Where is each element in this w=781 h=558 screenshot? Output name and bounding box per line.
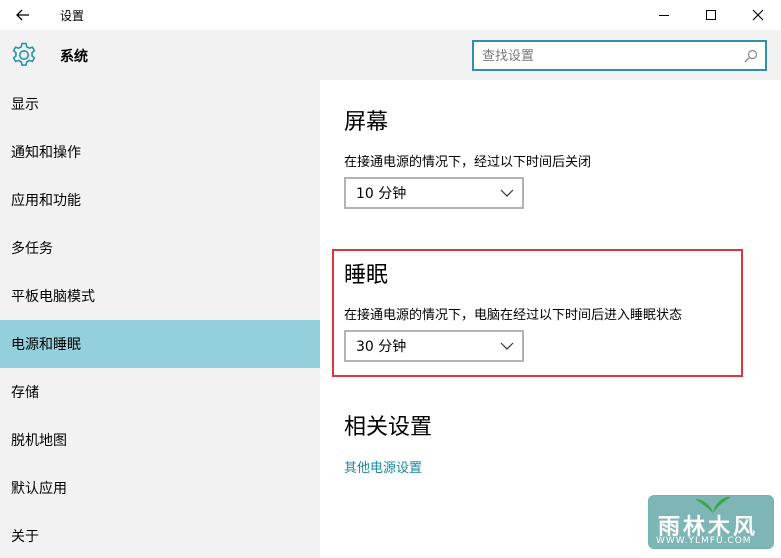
sleep-timeout-dropdown[interactable]: 30 分钟 <box>344 330 524 362</box>
page-title: 系统 <box>60 49 88 65</box>
minimize-icon <box>659 15 669 16</box>
sidebar-item-multitasking[interactable]: 多任务 <box>0 224 320 272</box>
related-settings-title: 相关设置 <box>344 415 433 440</box>
sidebar-item-about[interactable]: 关于 <box>0 512 320 558</box>
sidebar-item-display[interactable]: 显示 <box>0 80 320 128</box>
sidebar-item-default-apps[interactable]: 默认应用 <box>0 464 320 512</box>
back-button[interactable] <box>8 2 38 28</box>
search-icon[interactable] <box>743 48 759 64</box>
watermark-logo: 雨林木风 WWW.YLMFU.COM <box>646 493 776 551</box>
arrow-left-icon <box>16 9 29 21</box>
close-button[interactable] <box>735 0 781 30</box>
close-icon <box>752 9 764 21</box>
title-bar: 设置 <box>0 0 781 30</box>
search-box[interactable] <box>472 40 767 71</box>
sidebar: 显示 通知和操作 应用和功能 多任务 平板电脑模式 电源和睡眠 存储 脱机地图 … <box>0 80 320 558</box>
main-content: 屏幕 在接通电源的情况下，经过以下时间后关闭 10 分钟 睡眠 在接通电源的情况… <box>320 80 781 558</box>
sidebar-item-power-sleep[interactable]: 电源和睡眠 <box>0 320 320 368</box>
header: 系统 <box>0 30 781 80</box>
chevron-down-icon <box>500 342 514 350</box>
sidebar-item-label: 关于 <box>11 529 39 545</box>
sidebar-item-label: 通知和操作 <box>11 145 81 161</box>
sidebar-item-offline-maps[interactable]: 脱机地图 <box>0 416 320 464</box>
sleep-description: 在接通电源的情况下，电脑在经过以下时间后进入睡眠状态 <box>344 308 683 323</box>
screen-section-title: 屏幕 <box>344 110 389 135</box>
chevron-down-icon <box>500 189 514 197</box>
sidebar-item-apps-features[interactable]: 应用和功能 <box>0 176 320 224</box>
sidebar-item-label: 多任务 <box>11 241 53 257</box>
search-input[interactable] <box>482 46 732 66</box>
maximize-icon <box>706 10 716 20</box>
screen-timeout-value: 10 分钟 <box>356 186 407 202</box>
sidebar-item-label: 脱机地图 <box>11 433 67 449</box>
sidebar-item-label: 电源和睡眠 <box>11 337 81 353</box>
screen-description: 在接通电源的情况下，经过以下时间后关闭 <box>344 155 592 170</box>
watermark-url: WWW.YLMFU.COM <box>656 536 752 546</box>
additional-power-settings-link[interactable]: 其他电源设置 <box>344 457 422 476</box>
gear-icon <box>12 42 36 66</box>
minimize-button[interactable] <box>641 0 687 30</box>
sleep-section-title: 睡眠 <box>344 263 389 288</box>
sidebar-item-label: 平板电脑模式 <box>11 289 95 305</box>
sidebar-item-notifications[interactable]: 通知和操作 <box>0 128 320 176</box>
sidebar-item-label: 存储 <box>11 385 39 401</box>
sidebar-item-tablet-mode[interactable]: 平板电脑模式 <box>0 272 320 320</box>
sidebar-item-label: 应用和功能 <box>11 193 81 209</box>
sidebar-item-label: 显示 <box>11 97 39 113</box>
sidebar-item-storage[interactable]: 存储 <box>0 368 320 416</box>
sleep-timeout-value: 30 分钟 <box>356 339 407 355</box>
maximize-button[interactable] <box>688 0 734 30</box>
screen-timeout-dropdown[interactable]: 10 分钟 <box>344 177 524 209</box>
sidebar-item-label: 默认应用 <box>11 481 67 497</box>
window-title: 设置 <box>60 9 85 23</box>
